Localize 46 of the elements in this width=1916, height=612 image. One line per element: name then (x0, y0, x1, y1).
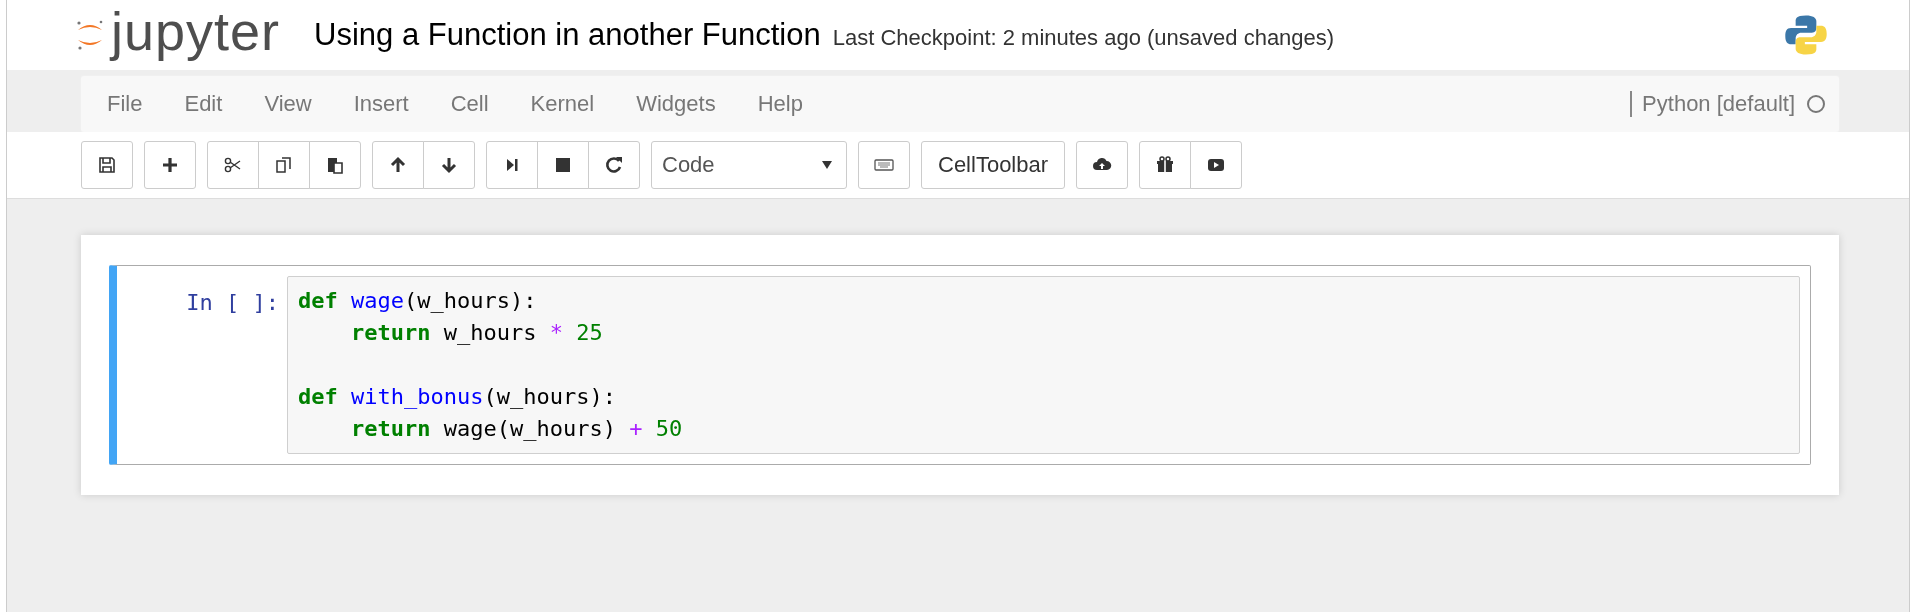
caret-icon (822, 161, 832, 169)
menu-item[interactable]: Widgets (620, 91, 742, 117)
stop-button[interactable] (537, 141, 589, 189)
stop-icon (553, 155, 573, 175)
code-line: return w_hours * 25 (349, 319, 603, 347)
restart-button[interactable] (588, 141, 640, 189)
slideshow-button[interactable] (1190, 141, 1243, 189)
run-button[interactable] (486, 141, 538, 189)
up-arrow-icon (388, 155, 408, 175)
code-input[interactable]: def wage(w_hours): return w_hours * 25 def with_bonus(w_hours): return wage(w_hours) + 50 (287, 276, 1800, 454)
kernel-name: Python [default] (1630, 91, 1795, 117)
code-cell[interactable]: In [ ]: def wage(w_hours): return w_hours * 25 def with_bonus(w_hours): return wage(w_hours) + 50 (109, 265, 1811, 465)
move-down-button[interactable] (423, 141, 475, 189)
plus-icon (160, 155, 180, 175)
gift-button[interactable] (1139, 141, 1192, 189)
cell-type-dropdown[interactable]: Code (651, 141, 847, 189)
cell-toolbar-button[interactable]: CellToolbar (921, 141, 1066, 189)
menu-item[interactable]: File (91, 91, 169, 117)
down-arrow-icon (439, 155, 459, 175)
checkpoint-status: Last Checkpoint: 2 minutes ago (unsaved changes) (832, 25, 1335, 51)
paste-button[interactable] (309, 141, 361, 189)
paste-icon (325, 155, 345, 175)
python-logo-icon (1783, 12, 1829, 58)
menu-item[interactable]: Cell (434, 91, 515, 117)
menu-item[interactable]: Help (741, 91, 829, 117)
menu-item[interactable]: Insert (337, 91, 435, 117)
input-prompt: In [ ]: (185, 290, 280, 315)
menu-item[interactable]: Kernel (514, 91, 621, 117)
jupyter-logo-icon (75, 18, 105, 52)
code-line: return wage(w_hours) + 50 (349, 415, 683, 443)
copy-icon (274, 155, 294, 175)
upload-button[interactable] (1076, 141, 1129, 189)
menu-item[interactable]: Edit (168, 91, 249, 117)
copy-button[interactable] (258, 141, 310, 189)
save-button[interactable] (81, 141, 133, 189)
scissors-icon (223, 155, 243, 175)
notebook-title[interactable]: Using a Function in another Function (314, 17, 821, 53)
code-line: def with_bonus(w_hours): (298, 383, 617, 411)
gift-icon (1155, 155, 1176, 175)
move-up-button[interactable] (372, 141, 424, 189)
menu-item[interactable]: View (248, 91, 338, 117)
insert-cell-button[interactable] (144, 141, 196, 189)
code-line: def wage(w_hours): (298, 287, 538, 315)
cut-button[interactable] (207, 141, 259, 189)
refresh-icon (604, 155, 624, 175)
keyboard-button[interactable] (858, 141, 910, 189)
